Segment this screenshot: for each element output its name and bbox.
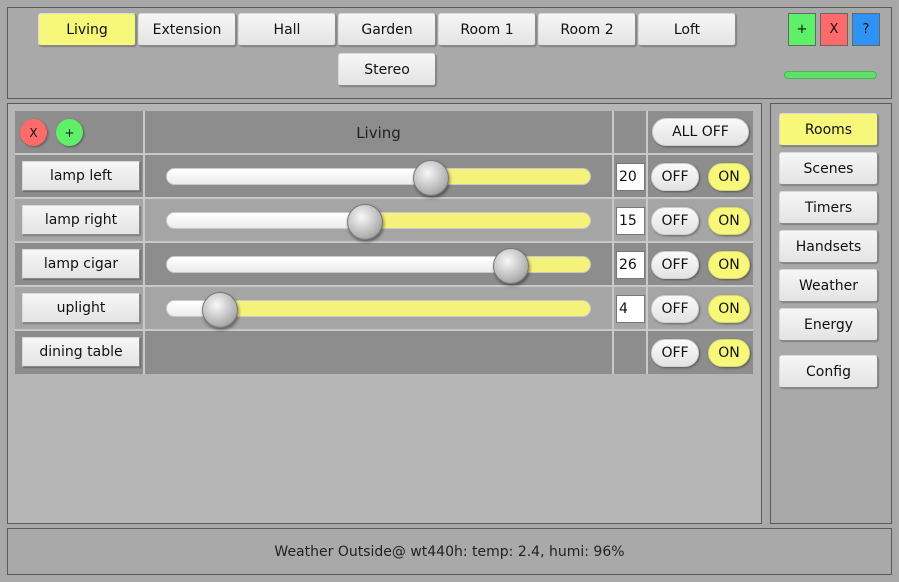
tab-extension[interactable]: Extension xyxy=(138,13,236,46)
off-button-lamp-left[interactable]: OFF xyxy=(651,163,699,191)
slider-thumb[interactable] xyxy=(347,204,383,240)
tab-stereo[interactable]: Stereo xyxy=(338,53,436,86)
off-button-dining-table[interactable]: OFF xyxy=(651,339,699,367)
device-button-uplight[interactable]: uplight xyxy=(22,293,140,323)
on-button-dining-table[interactable]: ON xyxy=(708,339,750,367)
sidebar-item-weather[interactable]: Weather xyxy=(779,269,878,302)
device-button-lamp-right[interactable]: lamp right xyxy=(22,205,140,235)
on-button-uplight[interactable]: ON xyxy=(708,295,750,323)
slider-thumb[interactable] xyxy=(413,160,449,196)
off-button-uplight[interactable]: OFF xyxy=(651,295,699,323)
status-progress-bar xyxy=(784,71,877,79)
close-button[interactable]: X xyxy=(820,13,848,46)
room-tabs-panel: Living Extension Hall Garden Room 1 Room… xyxy=(7,7,892,99)
grid-divider xyxy=(15,241,753,243)
grid-divider xyxy=(15,197,753,199)
sidebar-item-rooms[interactable]: Rooms xyxy=(779,113,878,146)
slider-track-fill xyxy=(167,257,511,272)
level-field-lamp-right[interactable]: 15 xyxy=(616,207,645,235)
off-button-lamp-right[interactable]: OFF xyxy=(651,207,699,235)
sidebar-item-config[interactable]: Config xyxy=(779,355,878,388)
tab-hall[interactable]: Hall xyxy=(238,13,336,46)
remove-device-button[interactable]: X xyxy=(20,119,47,146)
device-button-dining-table[interactable]: dining table xyxy=(22,337,140,367)
weather-status-text: Weather Outside@ wt440h: temp: 2.4, humi… xyxy=(274,543,625,560)
tab-living[interactable]: Living xyxy=(38,13,136,46)
dimmer-slider-lamp-left[interactable] xyxy=(166,160,591,196)
all-off-button[interactable]: ALL OFF xyxy=(652,118,749,146)
device-button-lamp-left[interactable]: lamp left xyxy=(22,161,140,191)
add-device-button[interactable]: + xyxy=(56,119,83,146)
level-field-lamp-left[interactable]: 20 xyxy=(616,163,645,191)
device-button-lamp-cigar[interactable]: lamp cigar xyxy=(22,249,140,279)
on-button-lamp-right[interactable]: ON xyxy=(708,207,750,235)
on-button-lamp-left[interactable]: ON xyxy=(708,163,750,191)
grid-divider xyxy=(15,153,753,155)
tab-garden[interactable]: Garden xyxy=(338,13,436,46)
navigation-sidebar: Rooms Scenes Timers Handsets Weather Ene… xyxy=(770,103,892,524)
slider-track-fill xyxy=(167,169,431,184)
dimmer-slider-uplight[interactable] xyxy=(166,292,591,328)
room-devices-panel: X + Living ALL OFF lamp left 20 OFF ON l… xyxy=(7,103,762,524)
room-title: Living xyxy=(356,123,401,142)
level-field-uplight[interactable]: 4 xyxy=(616,295,645,323)
level-field-lamp-cigar[interactable]: 26 xyxy=(616,251,645,279)
slider-thumb[interactable] xyxy=(493,248,529,284)
sidebar-item-scenes[interactable]: Scenes xyxy=(779,152,878,185)
grid-divider xyxy=(15,285,753,287)
tab-room-1[interactable]: Room 1 xyxy=(438,13,536,46)
dimmer-slider-lamp-cigar[interactable] xyxy=(166,248,591,284)
slider-track-fill xyxy=(167,213,365,228)
slider-thumb[interactable] xyxy=(202,292,238,328)
dimmer-slider-lamp-right[interactable] xyxy=(166,204,591,240)
tab-loft[interactable]: Loft xyxy=(638,13,736,46)
grid-divider xyxy=(15,329,753,331)
on-button-lamp-cigar[interactable]: ON xyxy=(708,251,750,279)
help-button[interactable]: ? xyxy=(852,13,880,46)
tab-room-2[interactable]: Room 2 xyxy=(538,13,636,46)
status-bar: Weather Outside@ wt440h: temp: 2.4, humi… xyxy=(7,528,892,575)
sidebar-item-handsets[interactable]: Handsets xyxy=(779,230,878,263)
sidebar-item-energy[interactable]: Energy xyxy=(779,308,878,341)
sidebar-item-timers[interactable]: Timers xyxy=(779,191,878,224)
add-room-button[interactable]: + xyxy=(788,13,816,46)
off-button-lamp-cigar[interactable]: OFF xyxy=(651,251,699,279)
